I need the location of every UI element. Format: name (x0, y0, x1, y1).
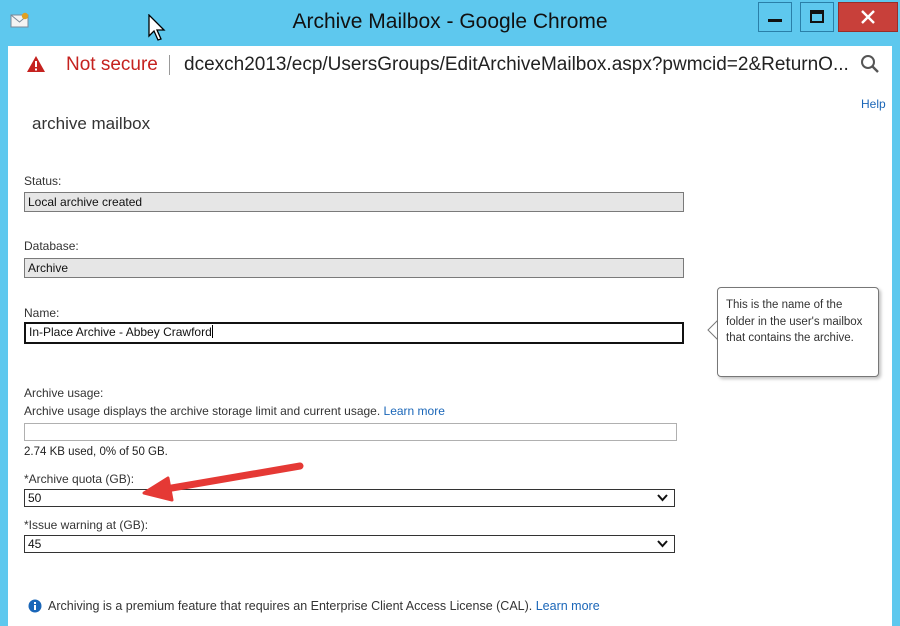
usage-description-text: Archive usage displays the archive stora… (24, 404, 381, 418)
warning-label: *Issue warning at (GB): (24, 518, 149, 532)
address-bar[interactable]: Not secure dcexch2013/ecp/UsersGroups/Ed… (8, 46, 892, 85)
archive-quota-select[interactable]: 50 (24, 489, 675, 507)
warning-triangle-icon (27, 56, 45, 72)
info-icon (28, 599, 42, 613)
quota-label: *Archive quota (GB): (24, 472, 135, 486)
mouse-cursor-icon (148, 14, 166, 41)
name-input-value: In-Place Archive - Abbey Crawford (29, 325, 212, 339)
address-divider (169, 55, 170, 75)
database-label: Database: (24, 239, 79, 253)
premium-feature-note: Archiving is a premium feature that requ… (28, 599, 600, 613)
maximize-icon (810, 10, 824, 23)
page-content: Help archive mailbox Status: Local archi… (8, 84, 892, 626)
usage-label: Archive usage: (24, 386, 104, 400)
zoom-icon[interactable] (860, 54, 880, 74)
usage-summary: 2.74 KB used, 0% of 50 GB. (24, 446, 168, 458)
security-status[interactable]: Not secure (66, 54, 158, 76)
text-caret (211, 325, 213, 338)
issue-warning-value: 45 (28, 537, 42, 551)
usage-learn-more-link[interactable]: Learn more (384, 404, 445, 418)
issue-warning-select[interactable]: 45 (24, 535, 675, 553)
note-learn-more-link[interactable]: Learn more (536, 599, 600, 613)
page-title: archive mailbox (32, 114, 151, 133)
name-tooltip: This is the name of the folder in the us… (717, 287, 879, 377)
maximize-button[interactable] (800, 2, 834, 32)
archive-quota-value: 50 (28, 491, 42, 505)
usage-progress-bar (24, 423, 677, 441)
chevron-down-icon (657, 540, 668, 548)
close-icon (861, 10, 875, 24)
minimize-icon (768, 19, 782, 22)
chevron-down-icon (657, 494, 668, 502)
name-label: Name: (24, 306, 60, 320)
status-field: Local archive created (24, 192, 684, 212)
usage-description: Archive usage displays the archive stora… (24, 404, 445, 418)
window-titlebar: Archive Mailbox - Google Chrome (0, 0, 900, 46)
status-label: Status: (24, 174, 62, 188)
help-link[interactable]: Help (861, 97, 886, 111)
name-input[interactable]: In-Place Archive - Abbey Crawford (24, 322, 684, 344)
minimize-button[interactable] (758, 2, 792, 32)
url-text[interactable]: dcexch2013/ecp/UsersGroups/EditArchiveMa… (184, 54, 849, 76)
note-text: Archiving is a premium feature that requ… (48, 599, 533, 613)
database-field: Archive (24, 258, 684, 278)
close-button[interactable] (838, 2, 898, 32)
